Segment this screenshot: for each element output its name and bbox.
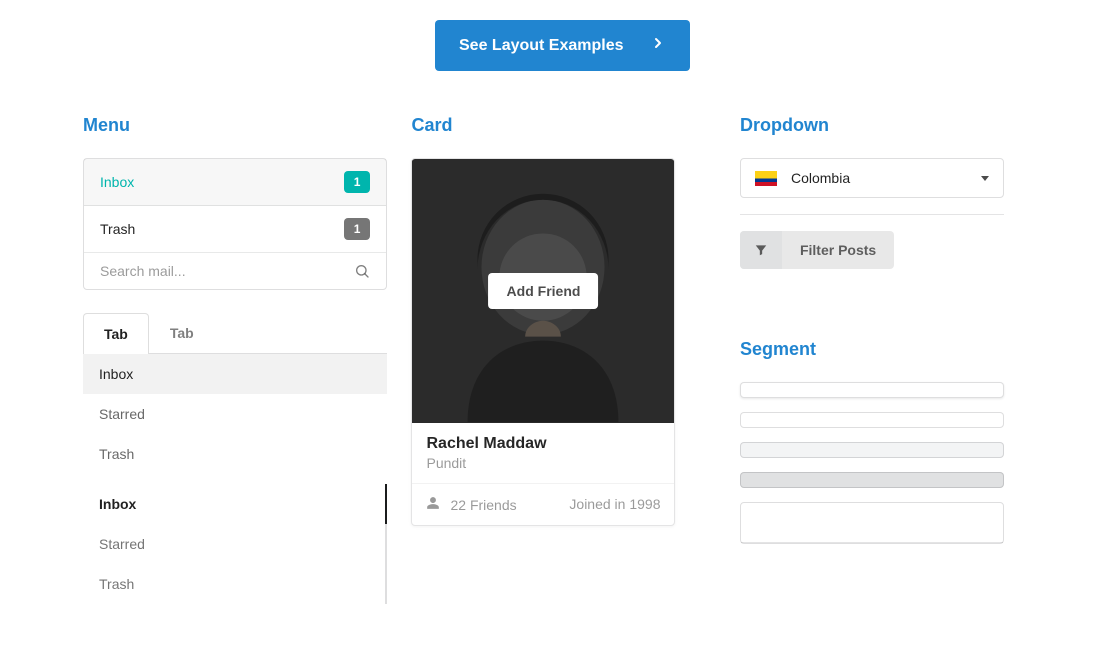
menu-heading: Menu	[83, 115, 387, 136]
card-name: Rachel Maddaw	[426, 435, 660, 453]
card-content: Rachel Maddaw Pundit	[412, 423, 674, 483]
segment-tertiary	[740, 472, 1004, 488]
menu-column: Menu Inbox 1 Trash 1 Tab	[83, 115, 387, 604]
dropdown-heading: Dropdown	[740, 115, 1015, 136]
menu-item-trash[interactable]: Trash 1	[84, 206, 386, 253]
tab-b[interactable]: Tab	[149, 312, 215, 353]
card-column: Card Add Friend Rachel Maddaw Pundi	[411, 115, 715, 604]
vmenu-item-trash[interactable]: Trash	[83, 564, 385, 604]
tab-a[interactable]: Tab	[83, 313, 149, 354]
segment-group-row	[741, 503, 1003, 543]
card-heading: Card	[411, 115, 715, 136]
card-subtitle: Pundit	[426, 455, 660, 471]
badge: 1	[344, 171, 371, 193]
filter-label: Filter Posts	[782, 231, 894, 269]
segment-basic	[740, 412, 1004, 428]
tab-list-trash[interactable]: Trash	[83, 434, 387, 474]
card-image: Add Friend	[412, 159, 674, 423]
chevron-down-icon	[981, 176, 989, 181]
mail-menu: Inbox 1 Trash 1	[83, 158, 387, 290]
tab-list-starred[interactable]: Starred	[83, 394, 387, 434]
menu-item-label: Trash	[100, 221, 135, 237]
badge: 1	[344, 218, 371, 240]
card-friends[interactable]: 22 Friends	[426, 496, 516, 513]
menu-item-inbox[interactable]: Inbox 1	[84, 159, 386, 206]
vmenu-item-starred[interactable]: Starred	[83, 524, 385, 564]
dropdown-selected: Colombia	[791, 170, 850, 186]
search-icon	[354, 263, 370, 279]
filter-icon	[740, 231, 782, 269]
user-icon	[426, 496, 440, 513]
hero-button-label: See Layout Examples	[459, 37, 624, 55]
segment-secondary	[740, 442, 1004, 458]
chevron-right-icon	[650, 34, 666, 57]
add-friend-button[interactable]: Add Friend	[489, 273, 599, 309]
tab-content: Inbox Starred Trash	[83, 354, 387, 474]
vertical-pointing-menu: Inbox Starred Trash	[83, 484, 387, 604]
vmenu-item-inbox[interactable]: Inbox	[83, 484, 385, 524]
search-input[interactable]	[100, 263, 316, 279]
country-dropdown[interactable]: Colombia	[740, 158, 1004, 198]
friends-text: 22 Friends	[450, 497, 516, 513]
filter-posts-button[interactable]: Filter Posts	[740, 231, 894, 269]
menu-item-label: Inbox	[100, 174, 134, 190]
see-layout-examples-button[interactable]: See Layout Examples	[435, 20, 690, 71]
tab-list-inbox[interactable]: Inbox	[83, 354, 387, 394]
card-joined: Joined in 1998	[569, 496, 660, 513]
divider	[740, 214, 1004, 215]
right-column: Dropdown Colombia Filter Posts Segment	[740, 115, 1015, 604]
segment-heading: Segment	[740, 339, 1015, 360]
profile-card: Add Friend Rachel Maddaw Pundit 22 Frien…	[411, 158, 675, 526]
menu-search	[84, 253, 386, 289]
tab-bar: Tab Tab	[83, 312, 387, 354]
card-extra: 22 Friends Joined in 1998	[412, 483, 674, 525]
segment-raised	[740, 382, 1004, 398]
segment-group	[740, 502, 1004, 544]
colombia-flag-icon	[755, 171, 777, 186]
